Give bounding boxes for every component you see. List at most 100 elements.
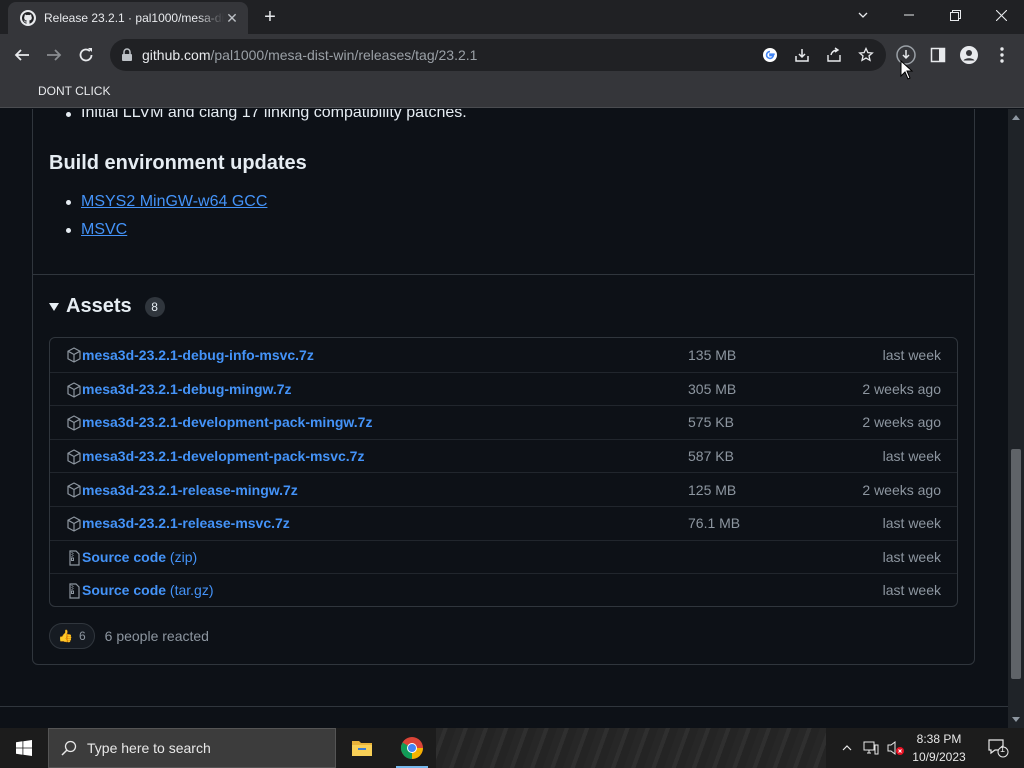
source-zip-link[interactable]: Source code (zip) xyxy=(82,549,197,565)
new-tab-button[interactable]: + xyxy=(258,5,282,29)
notification-icon xyxy=(988,739,1009,758)
source-targz-link[interactable]: Source code (tar.gz) xyxy=(82,582,214,598)
asset-link[interactable]: mesa3d-23.2.1-debug-info-msvc.7z xyxy=(82,347,314,363)
bullet-dot xyxy=(66,200,71,205)
github-icon xyxy=(20,10,36,26)
assets-toggle[interactable]: Assets 8 xyxy=(49,295,165,318)
search-icon xyxy=(61,740,77,756)
tab-title: Release 23.2.1 · pal1000/mesa-dist-win xyxy=(44,11,224,25)
reactions: 👍 6 6 people reacted xyxy=(49,623,209,649)
mouse-cursor-icon xyxy=(900,60,914,80)
bookmark-dont-click[interactable]: DONT CLICK xyxy=(30,82,118,100)
bullet-dot xyxy=(66,112,71,117)
msys2-link[interactable]: MSYS2 MinGW-w64 GCC xyxy=(81,193,267,211)
share-icon[interactable] xyxy=(822,43,846,67)
asset-size: 135 MB xyxy=(688,346,737,363)
asset-size: 305 MB xyxy=(688,380,737,397)
asset-time: last week xyxy=(882,515,941,532)
thumbs-up-icon: 👍 xyxy=(58,629,73,643)
asset-size: 76.1 MB xyxy=(688,515,741,532)
taskbar-search[interactable]: Type here to search xyxy=(48,728,336,768)
scroll-down-arrow-icon[interactable] xyxy=(1012,717,1020,722)
msvc-link[interactable]: MSVC xyxy=(81,221,127,239)
clock[interactable]: 8:38 PM 10/9/2023 xyxy=(906,730,972,766)
divider xyxy=(0,706,1008,707)
scroll-up-arrow-icon[interactable] xyxy=(1012,115,1020,120)
reaction-count: 6 xyxy=(78,629,86,643)
package-icon xyxy=(67,381,81,398)
asset-time: last week xyxy=(882,548,941,565)
release-note-item: Initial LLVM and clang 17 linking compat… xyxy=(81,109,467,121)
divider xyxy=(33,274,974,275)
asset-link[interactable]: mesa3d-23.2.1-development-pack-msvc.7z xyxy=(82,448,364,464)
google-lens-icon[interactable] xyxy=(758,43,782,67)
back-button[interactable] xyxy=(8,41,36,69)
menu-kebab-icon[interactable] xyxy=(988,41,1016,69)
package-icon xyxy=(67,482,81,499)
notification-count: 1 xyxy=(1000,744,1006,754)
tab-close-icon[interactable]: ✕ xyxy=(224,10,240,27)
page-content: Initial LLVM and clang 17 linking compat… xyxy=(0,109,1008,728)
restore-button[interactable] xyxy=(932,0,978,30)
volume-muted-icon[interactable] xyxy=(884,728,906,768)
side-panel-icon[interactable] xyxy=(924,41,952,69)
assets-title: Assets xyxy=(66,295,132,317)
section-heading: Build environment updates xyxy=(49,152,307,174)
asset-row: mesa3d-23.2.1-development-pack-msvc.7z 5… xyxy=(50,438,957,473)
profile-icon[interactable] xyxy=(955,41,983,69)
browser-toolbar: github.com/pal1000/mesa-dist-win/release… xyxy=(0,34,1024,76)
minimize-button[interactable] xyxy=(886,0,932,30)
file-zip-icon xyxy=(69,549,80,566)
search-placeholder: Type here to search xyxy=(87,740,211,756)
network-icon[interactable] xyxy=(860,728,882,768)
file-zip-icon xyxy=(69,583,80,599)
asset-link[interactable]: mesa3d-23.2.1-development-pack-mingw.7z xyxy=(82,414,372,430)
package-icon xyxy=(67,449,81,465)
bullet-dot xyxy=(66,228,71,233)
file-explorer-button[interactable] xyxy=(338,728,386,768)
folder-icon xyxy=(352,741,372,756)
tab-search-chevron-icon[interactable] xyxy=(840,0,886,30)
assets-count-badge: 8 xyxy=(144,296,165,317)
windows-logo-icon xyxy=(16,740,32,756)
notification-center-button[interactable]: 1 xyxy=(978,728,1018,768)
taskbar-background xyxy=(436,728,826,768)
package-icon xyxy=(67,347,81,363)
asset-time: last week xyxy=(882,582,941,599)
asset-link[interactable]: mesa3d-23.2.1-debug-mingw.7z xyxy=(82,381,292,397)
asset-row: mesa3d-23.2.1-debug-mingw.7z 305 MB 2 we… xyxy=(50,371,957,406)
chrome-taskbar-button[interactable] xyxy=(388,728,436,768)
asset-link[interactable]: mesa3d-23.2.1-release-mingw.7z xyxy=(82,482,298,498)
tray-overflow-chevron-icon[interactable] xyxy=(838,728,856,768)
package-icon xyxy=(67,516,81,532)
package-icon xyxy=(67,415,81,431)
asset-size: 125 MB xyxy=(688,481,737,498)
lock-icon[interactable] xyxy=(120,48,134,62)
asset-time: 2 weeks ago xyxy=(862,481,941,498)
asset-time: last week xyxy=(882,448,941,465)
asset-time: 2 weeks ago xyxy=(862,414,941,431)
asset-time: 2 weeks ago xyxy=(862,380,941,397)
asset-row: mesa3d-23.2.1-development-pack-mingw.7z … xyxy=(50,405,957,439)
caret-down-icon xyxy=(49,302,59,311)
url-text: github.com/pal1000/mesa-dist-win/release… xyxy=(142,47,478,63)
install-app-icon[interactable] xyxy=(790,43,814,67)
browser-tab[interactable]: Release 23.2.1 · pal1000/mesa-dist-win ✕ xyxy=(8,2,248,34)
close-window-button[interactable] xyxy=(978,0,1024,30)
reload-button[interactable] xyxy=(72,41,100,69)
page-scrollbar[interactable] xyxy=(1008,109,1024,728)
clock-time: 8:38 PM xyxy=(916,732,962,746)
asset-link[interactable]: mesa3d-23.2.1-release-msvc.7z xyxy=(82,515,290,531)
clock-date: 10/9/2023 xyxy=(912,750,966,764)
bookmark-star-icon[interactable] xyxy=(854,43,878,67)
forward-button[interactable] xyxy=(40,41,68,69)
scrollbar-thumb[interactable] xyxy=(1011,449,1021,679)
asset-row: mesa3d-23.2.1-debug-info-msvc.7z 135 MB … xyxy=(50,338,957,372)
chrome-icon xyxy=(401,737,423,759)
thumbs-up-reaction-button[interactable]: 👍 6 xyxy=(49,623,95,649)
bookmarks-bar: DONT CLICK xyxy=(0,76,1024,108)
asset-row: mesa3d-23.2.1-release-mingw.7z 125 MB 2 … xyxy=(50,472,957,506)
assets-list: mesa3d-23.2.1-debug-info-msvc.7z 135 MB … xyxy=(49,337,958,607)
start-button[interactable] xyxy=(0,728,48,768)
address-bar[interactable]: github.com/pal1000/mesa-dist-win/release… xyxy=(110,39,886,71)
